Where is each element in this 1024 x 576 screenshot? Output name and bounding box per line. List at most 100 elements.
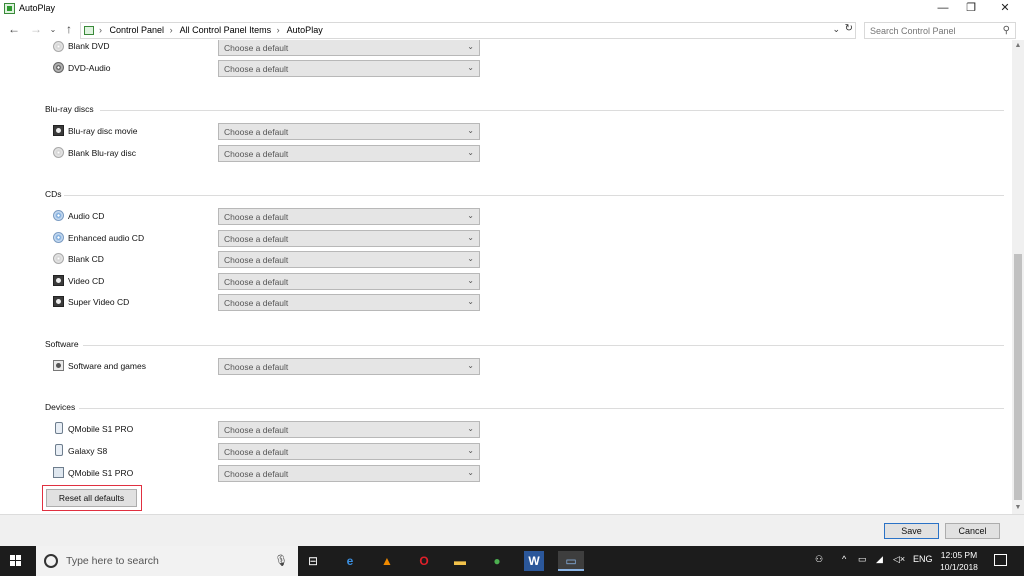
- qmobile-media-default-select[interactable]: Choose a default ⌄: [218, 465, 480, 482]
- search-box[interactable]: ⚲: [864, 22, 1016, 39]
- autoplay-settings-content: Blank DVD Choose a default ⌄ DVD-Audio C…: [0, 40, 1012, 514]
- audio-cd-default-select[interactable]: Choose a default ⌄: [218, 208, 480, 225]
- cortana-icon: [44, 554, 58, 568]
- windows-start-icon[interactable]: [10, 555, 22, 567]
- software-games-default-select[interactable]: Choose a default ⌄: [218, 358, 480, 375]
- opera-icon[interactable]: O: [414, 551, 434, 571]
- chevron-down-icon: ⌄: [467, 446, 474, 455]
- breadcrumb-all-items[interactable]: All Control Panel Items: [180, 25, 272, 35]
- chevron-down-icon: ⌄: [467, 42, 474, 51]
- clock-date: 10/1/2018: [940, 562, 978, 572]
- save-button[interactable]: Save: [884, 523, 939, 539]
- control-panel-location-icon: [84, 26, 94, 35]
- device-label-dvd-audio: DVD-Audio: [68, 63, 111, 73]
- media-device-icon: [53, 467, 64, 478]
- bluray-movie-default-select[interactable]: Choose a default ⌄: [218, 123, 480, 140]
- device-label-qmobile-2: QMobile S1 PRO: [68, 468, 134, 478]
- super-video-cd-default-select[interactable]: Choose a default ⌄: [218, 294, 480, 311]
- section-divider: [83, 345, 1004, 346]
- select-value: Choose a default: [224, 277, 289, 287]
- taskbar-search-box[interactable]: Type here to search 🎙: [36, 546, 298, 576]
- device-label-blank-bluray: Blank Blu-ray disc: [68, 148, 137, 158]
- breadcrumb: › Control Panel › All Control Panel Item…: [99, 25, 323, 35]
- action-center-icon[interactable]: [994, 554, 1007, 566]
- audio-cd-icon: [53, 210, 64, 221]
- section-heading-bluray: Blu-ray discs: [45, 104, 94, 114]
- taskbar: Type here to search 🎙 ⊟ e ▲ O ▬ ● W ▭ ⚇ …: [0, 546, 1024, 576]
- chevron-down-icon: ⌄: [467, 233, 474, 242]
- file-explorer-icon[interactable]: ▬: [450, 551, 470, 571]
- volume-muted-icon[interactable]: ◁×: [893, 554, 905, 565]
- scroll-down-arrow-icon[interactable]: ▼: [1012, 502, 1024, 514]
- dvd-audio-default-select[interactable]: Choose a default ⌄: [218, 60, 480, 77]
- device-label-galaxy-s8: Galaxy S8: [68, 446, 108, 456]
- chevron-down-icon: ⌄: [467, 63, 474, 72]
- blank-dvd-default-select[interactable]: Choose a default ⌄: [218, 40, 480, 56]
- device-label-video-cd: Video CD: [68, 276, 105, 286]
- autoplay-app-icon: [4, 3, 15, 14]
- close-button[interactable]: ✕: [989, 0, 1021, 17]
- vertical-scrollbar[interactable]: ▲ ▼: [1012, 40, 1024, 514]
- device-label-bluray-movie: Blu-ray disc movie: [68, 126, 138, 136]
- input-language[interactable]: ENG: [913, 554, 933, 564]
- breadcrumb-control-panel[interactable]: Control Panel: [110, 25, 165, 35]
- reset-all-defaults-button[interactable]: Reset all defaults: [46, 489, 137, 507]
- clock-time: 12:05 PM: [940, 550, 978, 560]
- refresh-icon[interactable]: ↻: [845, 23, 853, 34]
- search-icon[interactable]: ⚲: [1003, 25, 1010, 36]
- show-hidden-icons-chevron-icon[interactable]: ^: [842, 554, 846, 564]
- select-value: Choose a default: [224, 234, 289, 244]
- video-cd-default-select[interactable]: Choose a default ⌄: [218, 273, 480, 290]
- select-value: Choose a default: [224, 469, 289, 479]
- clock[interactable]: 12:05 PM 10/1/2018: [937, 549, 981, 573]
- recent-locations-chevron-icon[interactable]: ⌄: [46, 22, 60, 37]
- blank-bluray-default-select[interactable]: Choose a default ⌄: [218, 145, 480, 162]
- video-cd-icon: [53, 296, 64, 307]
- phone-icon: [55, 422, 63, 434]
- chevron-down-icon: ⌄: [467, 126, 474, 135]
- device-label-enhanced-audio-cd: Enhanced audio CD: [68, 233, 145, 243]
- enhanced-audio-cd-default-select[interactable]: Choose a default ⌄: [218, 230, 480, 247]
- word-icon[interactable]: W: [524, 551, 544, 571]
- device-label-blank-cd: Blank CD: [68, 254, 104, 264]
- blank-cd-default-select[interactable]: Choose a default ⌄: [218, 251, 480, 268]
- galaxy-s8-default-select[interactable]: Choose a default ⌄: [218, 443, 480, 460]
- control-panel-icon[interactable]: ▭: [558, 551, 584, 571]
- chevron-down-icon: ⌄: [467, 361, 474, 370]
- restore-button[interactable]: ❐: [955, 0, 987, 17]
- vlc-icon[interactable]: ▲: [377, 551, 397, 571]
- wifi-icon[interactable]: ◢: [876, 554, 883, 565]
- select-value: Choose a default: [224, 64, 289, 74]
- device-label-software-games: Software and games: [68, 361, 146, 371]
- blank-disc-icon: [53, 147, 64, 158]
- task-view-icon[interactable]: ⊟: [303, 551, 323, 571]
- people-icon[interactable]: ⚇: [815, 554, 823, 565]
- edge-icon[interactable]: e: [340, 551, 360, 571]
- chevron-down-icon: ⌄: [467, 148, 474, 157]
- scrollbar-thumb[interactable]: [1014, 254, 1022, 500]
- back-arrow-icon[interactable]: ←: [7, 22, 21, 37]
- section-heading-software: Software: [45, 339, 79, 349]
- taskbar-search-placeholder: Type here to search: [66, 555, 159, 567]
- device-label-qmobile-1: QMobile S1 PRO: [68, 424, 134, 434]
- audio-cd-icon: [53, 232, 64, 243]
- section-heading-cds: CDs: [45, 189, 62, 199]
- up-arrow-icon[interactable]: ↑: [62, 22, 76, 37]
- chevron-down-icon: ⌄: [467, 424, 474, 433]
- chevron-down-icon: ⌄: [467, 211, 474, 220]
- chrome-icon[interactable]: ●: [487, 551, 507, 571]
- address-field[interactable]: › Control Panel › All Control Panel Item…: [80, 22, 856, 39]
- cancel-button[interactable]: Cancel: [945, 523, 1000, 539]
- battery-icon[interactable]: ▭: [858, 554, 867, 565]
- qmobile-default-select[interactable]: Choose a default ⌄: [218, 421, 480, 438]
- search-input[interactable]: [865, 23, 995, 38]
- section-divider: [100, 110, 1004, 111]
- bluray-movie-icon: [53, 125, 64, 136]
- microphone-icon[interactable]: 🎙: [274, 554, 288, 567]
- device-label-blank-dvd: Blank DVD: [68, 41, 110, 51]
- address-dropdown-chevron-icon[interactable]: ⌄: [832, 24, 840, 35]
- breadcrumb-autoplay[interactable]: AutoPlay: [287, 25, 323, 35]
- forward-arrow-icon[interactable]: →: [29, 22, 43, 37]
- scroll-up-arrow-icon[interactable]: ▲: [1012, 40, 1024, 52]
- select-value: Choose a default: [224, 43, 289, 53]
